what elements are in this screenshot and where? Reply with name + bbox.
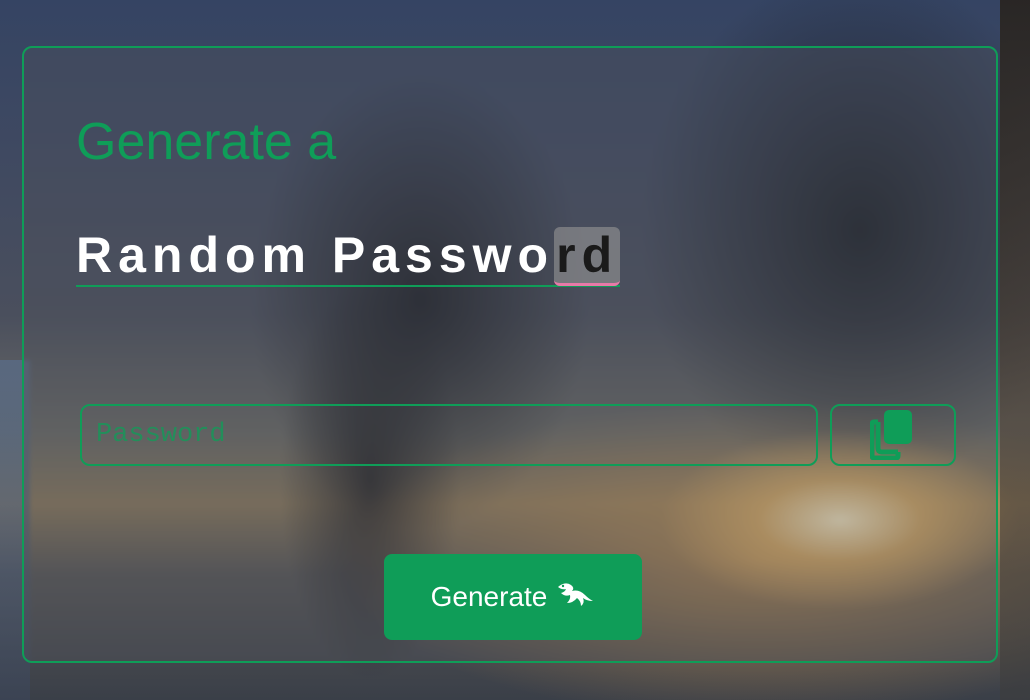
copy-icon [869,408,916,463]
password-input[interactable] [80,404,818,466]
copy-button[interactable] [830,404,956,466]
dragon-icon [555,579,595,616]
title-cursor-highlight: rd [554,227,621,286]
page-title: Random Password [76,227,621,287]
password-generator-card: Generate a Random Password Generate [22,46,998,663]
title-typed-text: Random Passwo [76,227,555,283]
generate-button[interactable]: Generate [384,554,642,640]
background-edge-right [1000,0,1030,700]
generate-button-label: Generate [430,581,548,612]
subtitle: Generate a [76,113,337,171]
